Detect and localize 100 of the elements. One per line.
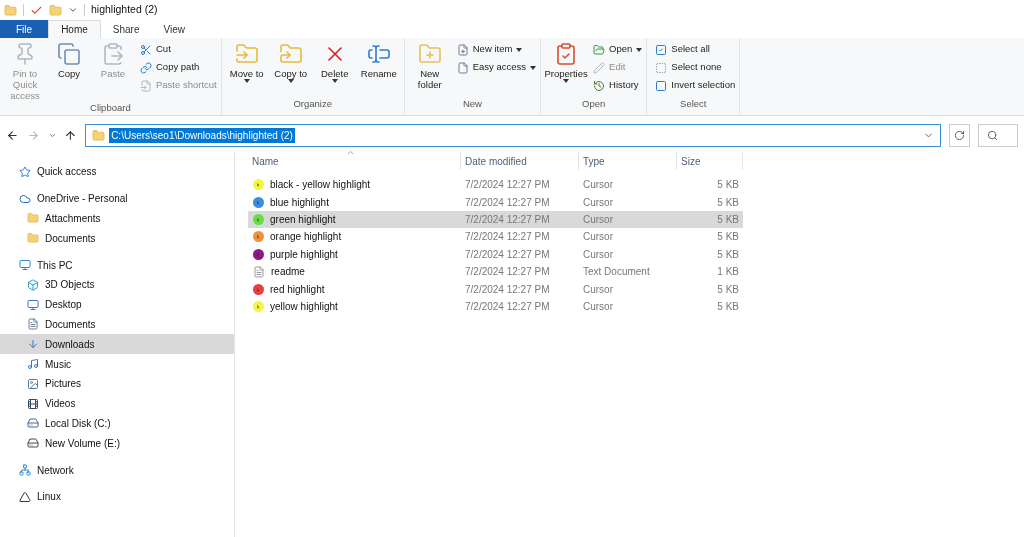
file-name: readme [271, 265, 305, 280]
ribbon-icon [234, 42, 259, 66]
size-cell-text: 5 KB [716, 247, 740, 262]
nav-item[interactable]: Attachments [0, 208, 234, 229]
ribbon-button[interactable]: New item [456, 42, 537, 57]
nav-item[interactable]: Local Disk (C:) [0, 413, 234, 434]
ribbon-button[interactable]: New folder [408, 42, 451, 97]
ribbon-tab[interactable]: File [0, 20, 49, 38]
window-title: highlighted (2) [91, 2, 158, 18]
ribbon-icon [456, 43, 469, 56]
ribbon-icon [655, 61, 668, 74]
nav-item[interactable]: Network [0, 460, 234, 480]
file-row[interactable]: black - yellow highlight 7/2/2024 12:27 PM Cursor 5 KB [248, 176, 743, 194]
file-row[interactable]: blue highlight 7/2/2024 12:27 PM Cursor 5 KB [248, 193, 743, 211]
column-header[interactable]: Size [677, 152, 743, 170]
ribbon-icon [655, 79, 668, 92]
refresh-button[interactable] [948, 123, 971, 147]
nav-icon [19, 192, 31, 205]
ribbon-button[interactable]: Select none [655, 60, 736, 75]
group-label: Clipboard [89, 101, 132, 115]
nav-item[interactable]: New Volume (E:) [0, 433, 234, 454]
nav-item[interactable]: This PC [0, 255, 234, 275]
file-row[interactable]: purple highlight 7/2/2024 12:27 PM Cursor 5 KB [248, 245, 743, 263]
address-path: C:\Users\seo1\Downloads\highlighted (2) [109, 127, 295, 143]
column-header[interactable]: Type [579, 152, 677, 170]
ribbon-button[interactable]: Properties [545, 42, 588, 97]
nav-icon [27, 212, 39, 225]
size-cell-text: 5 KB [716, 212, 740, 227]
column-header[interactable]: Name [248, 152, 461, 170]
folder-icon[interactable] [4, 3, 17, 17]
search-field[interactable] [978, 123, 1018, 147]
back-icon[interactable] [6, 128, 19, 142]
caret-icon [287, 79, 294, 83]
file-name: yellow highlight [270, 299, 338, 314]
nav-item[interactable]: Videos [0, 393, 234, 414]
file-name: red highlight [270, 282, 325, 297]
ribbon-button[interactable]: Select all [655, 42, 736, 57]
nav-item[interactable]: OneDrive - Personal [0, 188, 234, 209]
caret-icon [530, 65, 537, 70]
ribbon-tab[interactable]: View [151, 20, 197, 38]
ribbon-icon [140, 43, 152, 56]
ribbon-tab[interactable]: Share [100, 20, 152, 38]
file-name: blue highlight [270, 195, 329, 210]
nav-item[interactable]: Documents [0, 228, 234, 249]
ribbon-button[interactable]: Copy path [140, 60, 217, 75]
nav-item[interactable]: Linux [0, 486, 234, 507]
ribbon-button[interactable]: Copy to [269, 42, 312, 97]
file-name: green highlight [270, 212, 336, 227]
date-cell-text: 7/2/2024 12:27 PM [464, 247, 551, 262]
file-row[interactable]: readme 7/2/2024 12:27 PM Text Document 1 KB [248, 262, 743, 281]
type-cell-text: Cursor [582, 178, 614, 193]
up-icon[interactable] [64, 128, 78, 142]
caret-icon [243, 79, 250, 83]
refresh-icon [954, 129, 966, 141]
nav-item[interactable]: 3D Objects [0, 275, 234, 295]
ribbon-button[interactable]: History [593, 78, 643, 93]
ribbon-button[interactable]: Easy access [456, 60, 537, 75]
customize-caret-icon[interactable] [68, 5, 78, 15]
size-cell-text: 5 KB [716, 195, 740, 210]
nav-item[interactable]: Quick access [0, 162, 234, 182]
nav-icon [27, 232, 39, 245]
file-row[interactable]: red highlight 7/2/2024 12:27 PM Cursor 5 KB [248, 280, 743, 298]
ribbon-button[interactable]: Delete [313, 42, 356, 97]
date-cell-text: 7/2/2024 12:27 PM [464, 299, 551, 314]
ribbon-icon [57, 42, 81, 66]
size-cell-text: 5 KB [716, 282, 740, 297]
date-cell-text: 7/2/2024 12:27 PM [464, 212, 551, 227]
date-cell-text: 7/2/2024 12:27 PM [464, 230, 551, 245]
ribbon-button[interactable]: Rename [357, 42, 400, 97]
nav-icon [27, 397, 39, 410]
ribbon-icon [101, 42, 125, 66]
file-name: orange highlight [270, 230, 342, 245]
file-row[interactable]: orange highlight 7/2/2024 12:27 PM Cursor 5 KB [248, 228, 743, 246]
date-cell-text: 7/2/2024 12:27 PM [464, 282, 551, 297]
nav-item[interactable]: Pictures [0, 373, 234, 394]
type-cell-text: Cursor [582, 247, 614, 262]
ribbon-tab[interactable]: Home [48, 20, 101, 38]
ribbon-icon [278, 42, 303, 66]
address-bar[interactable]: C:\Users\seo1\Downloads\highlighted (2) [85, 123, 941, 147]
nav-icon [27, 377, 39, 390]
column-header[interactable]: Date modified [461, 152, 579, 170]
file-name: purple highlight [270, 247, 338, 262]
file-row[interactable]: green highlight 7/2/2024 12:27 PM Cursor 5 KB [248, 210, 743, 229]
ribbon-button[interactable]: Move to [225, 42, 268, 97]
ribbon-button[interactable]: Cut [140, 42, 217, 57]
new-folder-icon[interactable] [49, 3, 62, 17]
ribbon-button[interactable]: Invert selection [655, 78, 736, 93]
date-cell-text: 7/2/2024 12:27 PM [464, 178, 551, 193]
nav-icon [19, 490, 31, 503]
nav-item[interactable]: Desktop [0, 294, 234, 315]
forward-icon[interactable] [26, 128, 40, 142]
size-cell-text: 5 KB [716, 178, 740, 193]
file-row[interactable]: yellow highlight 7/2/2024 12:27 PM Cursor 5 KB [248, 297, 743, 316]
nav-item[interactable]: Documents [0, 314, 234, 335]
nav-item[interactable]: Music [0, 354, 234, 374]
nav-item[interactable]: Downloads [0, 334, 234, 355]
date-cell-text: 7/2/2024 12:27 PM [464, 265, 551, 280]
search-icon [987, 129, 999, 141]
ribbon-button[interactable]: Copy [48, 42, 90, 101]
ribbon-button[interactable]: Open [593, 42, 643, 57]
